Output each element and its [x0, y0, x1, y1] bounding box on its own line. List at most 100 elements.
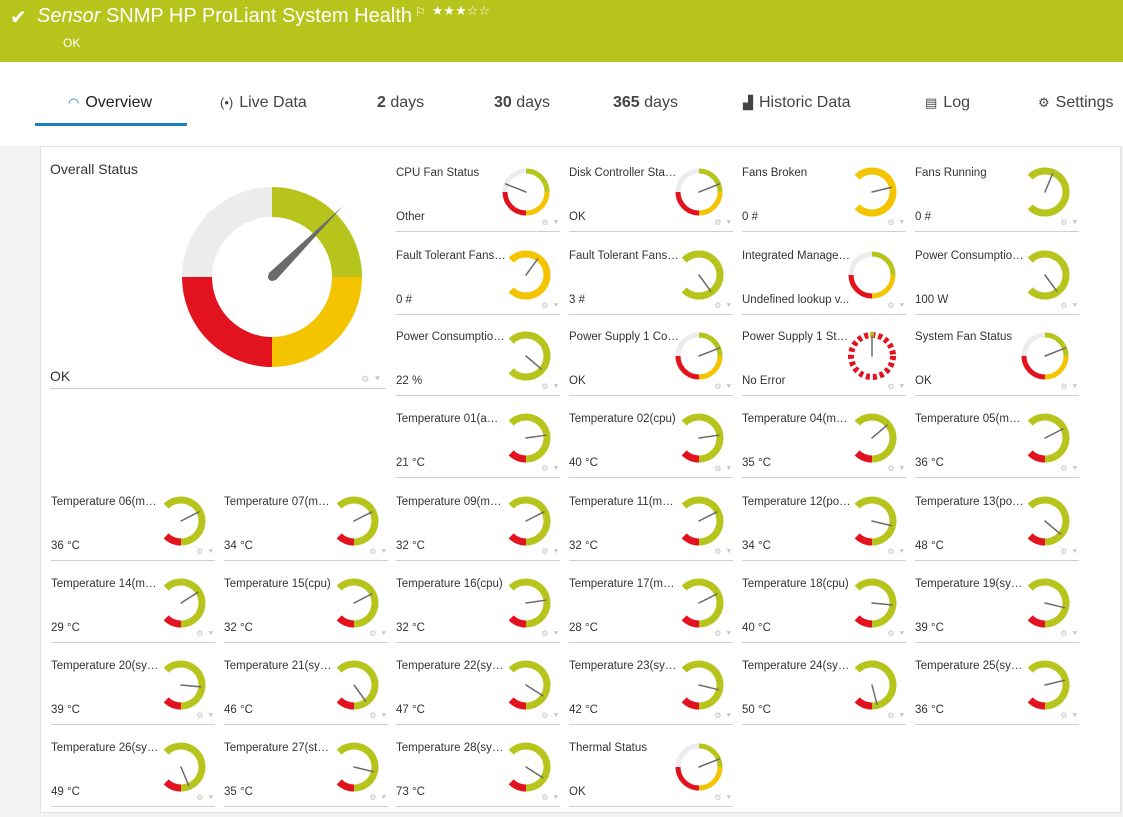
gauge-tools-icon[interactable]: ⚙ ⯆ — [1060, 301, 1079, 311]
channel-label: System Fan Status — [915, 331, 1013, 343]
gauge-tools-icon[interactable]: ⚙ ⯆ — [887, 382, 906, 392]
flag-icon[interactable]: ⚐ — [415, 5, 426, 19]
gauge-tools-icon[interactable]: ⚙ ⯆ — [369, 547, 388, 557]
tab-log[interactable]: ▤ Log — [925, 94, 970, 112]
gauge-tools-icon[interactable]: ⚙ ⯆ — [887, 547, 906, 557]
overall-status-gauge[interactable]: Overall Status OK ⚙ ⯆ — [50, 146, 386, 389]
channel-gauge[interactable]: Temperature 26(system) 49 °C ⚙ ⯆ — [51, 729, 215, 807]
gauge-tools-icon[interactable]: ⚙ ⯆ — [369, 711, 388, 721]
channel-gauge[interactable]: Temperature 01(ambie... 21 °C ⚙ ⯆ — [396, 400, 560, 478]
channel-gauge[interactable]: Temperature 19(system) 39 °C ⚙ ⯆ — [915, 565, 1079, 643]
channel-gauge[interactable]: Temperature 02(cpu) 40 °C ⚙ ⯆ — [569, 400, 733, 478]
gauge-tools-icon[interactable]: ⚙ ⯆ — [714, 793, 733, 803]
channel-gauge[interactable]: Temperature 22(system) 47 °C ⚙ ⯆ — [396, 647, 560, 725]
channel-gauge[interactable]: Temperature 13(power... 48 °C ⚙ ⯆ — [915, 483, 1079, 561]
channel-gauge[interactable]: Fans Broken 0 # ⚙ ⯆ — [742, 154, 906, 232]
gauge-tools-icon[interactable]: ⚙ ⯆ — [369, 793, 388, 803]
channel-gauge[interactable]: Temperature 24(system) 50 °C ⚙ ⯆ — [742, 647, 906, 725]
gauge-tools-icon[interactable]: ⚙ ⯆ — [714, 218, 733, 228]
gauge-tools-icon[interactable]: ⚙ ⯆ — [887, 464, 906, 474]
tab-30-days[interactable]: 30 days — [494, 94, 550, 112]
gauge-tools-icon[interactable]: ⚙ ⯆ — [887, 711, 906, 721]
gauge-tools-icon[interactable]: ⚙ ⯆ — [714, 547, 733, 557]
gauge-tools-icon[interactable]: ⚙ ⯆ — [714, 301, 733, 311]
channel-gauge[interactable]: Fault Tolerant Fans Bro... 0 # ⚙ ⯆ — [396, 237, 560, 315]
gauge-tools-icon[interactable]: ⚙ ⯆ — [196, 793, 215, 803]
gauge-tools-icon[interactable]: ⚙ ⯆ — [1060, 629, 1079, 639]
tab-365-days[interactable]: 365 days — [613, 94, 678, 112]
channel-gauge[interactable]: Integrated Manageme... Undefined lookup v… — [742, 237, 906, 315]
tab-number: 365 — [613, 94, 640, 111]
channel-gauge[interactable]: Temperature 04(memo... 35 °C ⚙ ⯆ — [742, 400, 906, 478]
channel-gauge[interactable]: Temperature 07(memo... 34 °C ⚙ ⯆ — [224, 483, 388, 561]
gauge-tools-icon[interactable]: ⚙ ⯆ — [1060, 382, 1079, 392]
gauge-tools-icon[interactable]: ⚙ ⯆ — [1060, 711, 1079, 721]
channel-gauge[interactable]: Temperature 20(system) 39 °C ⚙ ⯆ — [51, 647, 215, 725]
gauge-tools-icon[interactable]: ⚙ ⯆ — [541, 793, 560, 803]
gauge-tools-icon[interactable]: ⚙ ⯆ — [887, 301, 906, 311]
channel-value: OK — [569, 211, 586, 223]
gauge-tools-icon[interactable]: ⚙ ⯆ — [196, 629, 215, 639]
channel-gauge[interactable]: Temperature 05(memo... 36 °C ⚙ ⯆ — [915, 400, 1079, 478]
channel-gauge[interactable]: Power Supply 1 Status No Error ⚙ ⯆ — [742, 318, 906, 396]
channel-gauge[interactable]: Power Consumption 1 ... 22 % ⚙ ⯆ — [396, 318, 560, 396]
channel-label: Temperature 05(memo... — [915, 413, 1025, 425]
gauge-tools-icon[interactable]: ⚙ ⯆ — [541, 382, 560, 392]
gauge-tools-icon[interactable]: ⚙ ⯆ — [1060, 218, 1079, 228]
channel-gauge[interactable]: Temperature 21(system) 46 °C ⚙ ⯆ — [224, 647, 388, 725]
tab-label: Historic Data — [759, 94, 851, 111]
channel-gauge[interactable]: Temperature 27(storag... 35 °C ⚙ ⯆ — [224, 729, 388, 807]
tab-2-days[interactable]: 2 days — [377, 94, 424, 112]
gauge-tools-icon[interactable]: ⚙ ⯆ — [887, 218, 906, 228]
gauge-tools-icon[interactable]: ⚙ ⯆ — [887, 629, 906, 639]
channel-gauge[interactable]: Temperature 11(memo... 32 °C ⚙ ⯆ — [569, 483, 733, 561]
tab-settings[interactable]: ⚙ Settings — [1038, 94, 1113, 112]
priority-stars[interactable]: ★★★☆☆ — [432, 3, 490, 18]
channel-value: 39 °C — [915, 622, 944, 634]
channel-gauge[interactable]: Temperature 15(cpu) 32 °C ⚙ ⯆ — [224, 565, 388, 643]
channel-gauge[interactable]: System Fan Status OK ⚙ ⯆ — [915, 318, 1079, 396]
gauge-tools-icon[interactable]: ⚙ ⯆ — [714, 382, 733, 392]
channel-gauge[interactable]: Temperature 12(power... 34 °C ⚙ ⯆ — [742, 483, 906, 561]
gauge-tools-icon[interactable]: ⚙ ⯆ — [361, 374, 382, 385]
channel-gauge[interactable]: Temperature 06(memo... 36 °C ⚙ ⯆ — [51, 483, 215, 561]
gauge-tools-icon[interactable]: ⚙ ⯆ — [541, 711, 560, 721]
channel-gauge[interactable]: Temperature 17(memo... 28 °C ⚙ ⯆ — [569, 565, 733, 643]
channel-gauge[interactable]: Temperature 28(system) 73 °C ⚙ ⯆ — [396, 729, 560, 807]
channel-gauge[interactable]: Fault Tolerant Fans Ru... 3 # ⚙ ⯆ — [569, 237, 733, 315]
channel-gauge[interactable]: Temperature 18(cpu) 40 °C ⚙ ⯆ — [742, 565, 906, 643]
tab-historic-data[interactable]: ▟ Historic Data — [743, 94, 851, 112]
gauge-tools-icon[interactable]: ⚙ ⯆ — [541, 218, 560, 228]
tab-number: 2 — [377, 94, 386, 111]
gauge-tools-icon[interactable]: ⚙ ⯆ — [541, 547, 560, 557]
gauge-tools-icon[interactable]: ⚙ ⯆ — [541, 629, 560, 639]
gauge-tools-icon[interactable]: ⚙ ⯆ — [714, 629, 733, 639]
gauge-tools-icon[interactable]: ⚙ ⯆ — [714, 464, 733, 474]
channel-gauge[interactable]: Temperature 14(memo... 29 °C ⚙ ⯆ — [51, 565, 215, 643]
gauge-tools-icon[interactable]: ⚙ ⯆ — [196, 547, 215, 557]
channel-gauge[interactable]: Fans Running 0 # ⚙ ⯆ — [915, 154, 1079, 232]
channel-gauge[interactable]: Power Consumption 1 100 W ⚙ ⯆ — [915, 237, 1079, 315]
channel-gauge[interactable]: Temperature 16(cpu) 32 °C ⚙ ⯆ — [396, 565, 560, 643]
channel-gauge[interactable]: Power Supply 1 Conditi... OK ⚙ ⯆ — [569, 318, 733, 396]
channel-gauge[interactable]: Thermal Status OK ⚙ ⯆ — [569, 729, 733, 807]
tab-live-data[interactable]: (•) Live Data — [220, 94, 307, 112]
gauge-tools-icon[interactable]: ⚙ ⯆ — [541, 301, 560, 311]
channel-gauge[interactable]: Disk Controller Status OK ⚙ ⯆ — [569, 154, 733, 232]
gauge-tools-icon[interactable]: ⚙ ⯆ — [541, 464, 560, 474]
gauge-tools-icon[interactable]: ⚙ ⯆ — [1060, 547, 1079, 557]
channel-label: Temperature 26(system) — [51, 742, 161, 754]
channel-label: Temperature 06(memo... — [51, 496, 161, 508]
channel-gauge[interactable]: CPU Fan Status Other ⚙ ⯆ — [396, 154, 560, 232]
gauge-tools-icon[interactable]: ⚙ ⯆ — [714, 711, 733, 721]
tab-overview[interactable]: ◠ Overview — [68, 94, 152, 112]
channel-gauge[interactable]: Temperature 23(system) 42 °C ⚙ ⯆ — [569, 647, 733, 725]
channel-gauge[interactable]: Temperature 25(system) 36 °C ⚙ ⯆ — [915, 647, 1079, 725]
channel-label: Fans Running — [915, 167, 987, 179]
channel-value: 35 °C — [742, 457, 771, 469]
channel-label: Temperature 24(system) — [742, 660, 852, 672]
gauge-tools-icon[interactable]: ⚙ ⯆ — [1060, 464, 1079, 474]
channel-gauge[interactable]: Temperature 09(memo... 32 °C ⚙ ⯆ — [396, 483, 560, 561]
gauge-tools-icon[interactable]: ⚙ ⯆ — [196, 711, 215, 721]
gauge-tools-icon[interactable]: ⚙ ⯆ — [369, 629, 388, 639]
